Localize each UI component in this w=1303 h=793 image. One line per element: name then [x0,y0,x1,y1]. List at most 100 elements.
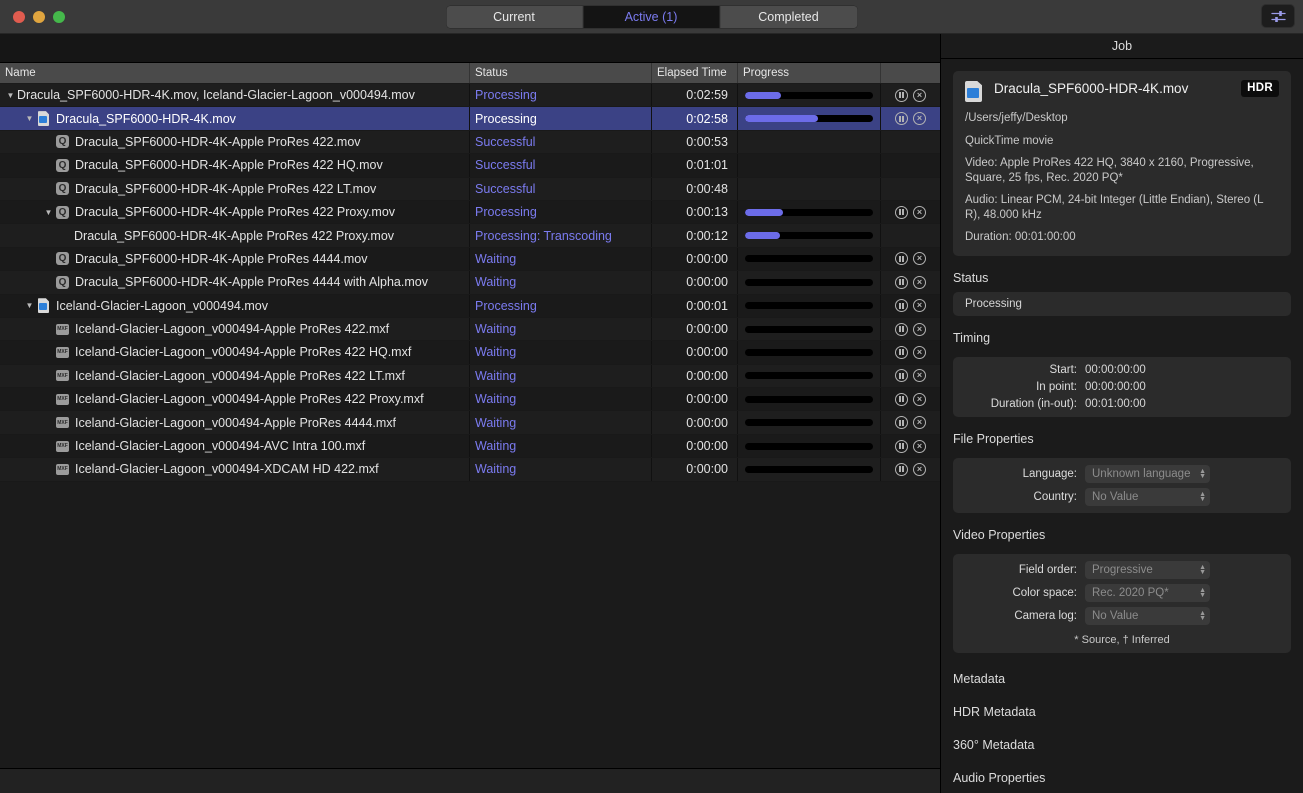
twisty-placeholder: ▼ [42,161,55,170]
cell-controls: × [881,435,940,457]
cancel-job-icon[interactable]: × [913,299,926,312]
section-title-metadata[interactable]: Metadata [953,672,1291,686]
twisty-placeholder: ▼ [42,442,55,451]
cancel-job-icon[interactable]: × [913,276,926,289]
section-title-file-properties: File Properties [953,432,1291,446]
cell-status: Waiting [470,458,652,480]
progress-bar [745,326,873,333]
cancel-job-icon[interactable]: × [913,463,926,476]
cancel-job-icon[interactable]: × [913,89,926,102]
color-space-select[interactable]: Rec. 2020 PQ* ▲▼ [1085,584,1210,602]
zoom-window-button[interactable] [53,11,65,23]
table-row[interactable]: ▼Iceland-Glacier-Lagoon_v000494-Apple Pr… [0,365,940,388]
cell-controls: × [881,411,940,433]
table-row[interactable]: ▼Iceland-Glacier-Lagoon_v000494-Apple Pr… [0,318,940,341]
country-select[interactable]: No Value ▲▼ [1085,488,1210,506]
quicktime-file-icon [55,251,70,266]
column-header-name[interactable]: Name [0,63,470,83]
tab-active[interactable]: Active (1) [583,6,720,28]
cell-status: Successful [470,178,652,200]
view-mode-segmented-control[interactable]: Current Active (1) Completed [446,6,857,28]
cell-elapsed-time: 0:00:00 [652,341,738,363]
pause-job-icon[interactable] [895,440,908,453]
cancel-job-icon[interactable]: × [913,369,926,382]
pause-job-icon[interactable] [895,323,908,336]
pause-job-icon[interactable] [895,276,908,289]
table-row[interactable]: ▼Iceland-Glacier-Lagoon_v000494-Apple Pr… [0,388,940,411]
cell-elapsed-time: 0:00:13 [652,201,738,223]
job-summary-card: Dracula_SPF6000-HDR-4K.mov HDR /Users/je… [953,71,1291,256]
pause-job-icon[interactable] [895,463,908,476]
camera-log-select[interactable]: No Value ▲▼ [1085,607,1210,625]
table-row[interactable]: ▼Dracula_SPF6000-HDR-4K-Apple ProRes 422… [0,131,940,154]
progress-bar [745,255,873,262]
disclosure-triangle-icon[interactable]: ▼ [4,91,17,100]
table-row[interactable]: ▼Iceland-Glacier-Lagoon_v000494-XDCAM HD… [0,458,940,481]
section-title-360-metadata[interactable]: 360° Metadata [953,738,1291,752]
column-header-elapsed[interactable]: Elapsed Time [652,63,738,83]
cancel-job-icon[interactable]: × [913,252,926,265]
cell-progress [738,201,881,223]
close-window-button[interactable] [13,11,25,23]
cell-controls: × [881,84,940,106]
inspector-toggle-button[interactable] [1261,4,1295,28]
tab-completed[interactable]: Completed [720,6,857,28]
cancel-job-icon[interactable]: × [913,206,926,219]
column-header-status[interactable]: Status [470,63,652,83]
minimize-window-button[interactable] [33,11,45,23]
table-row[interactable]: ▼Iceland-Glacier-Lagoon_v000494-Apple Pr… [0,411,940,434]
table-row[interactable]: ▼Dracula_SPF6000-HDR-4K.movProcessing0:0… [0,107,940,130]
table-row[interactable]: ▼Dracula_SPF6000-HDR-4K-Apple ProRes 444… [0,271,940,294]
disclosure-triangle-icon[interactable]: ▼ [23,301,36,310]
cancel-job-icon[interactable]: × [913,323,926,336]
section-title-hdr-metadata[interactable]: HDR Metadata [953,705,1291,719]
pause-job-icon[interactable] [895,112,908,125]
cell-name: ▼Dracula_SPF6000-HDR-4K-Apple ProRes 444… [0,248,470,270]
column-header-progress[interactable]: Progress [738,63,881,83]
cell-elapsed-time: 0:00:00 [652,411,738,433]
cell-status: Processing [470,295,652,317]
row-name-label: Dracula_SPF6000-HDR-4K-Apple ProRes 422 … [75,182,376,196]
cell-name: ▼Iceland-Glacier-Lagoon_v000494.mov [0,295,470,317]
pause-job-icon[interactable] [895,89,908,102]
pause-job-icon[interactable] [895,206,908,219]
language-select[interactable]: Unknown language ▲▼ [1085,465,1210,483]
disclosure-triangle-icon[interactable]: ▼ [42,208,55,217]
table-row[interactable]: ▼Dracula_SPF6000-HDR-4K-Apple ProRes 422… [0,201,940,224]
pause-job-icon[interactable] [895,416,908,429]
twisty-placeholder: ▼ [42,184,55,193]
cancel-job-icon[interactable]: × [913,440,926,453]
pause-job-icon[interactable] [895,252,908,265]
tab-current[interactable]: Current [446,6,583,28]
table-header: Name Status Elapsed Time Progress [0,63,940,84]
table-row[interactable]: ▼Dracula_SPF6000-HDR-4K.mov, Iceland-Gla… [0,84,940,107]
pause-job-icon[interactable] [895,299,908,312]
twisty-placeholder: ▼ [42,278,55,287]
cancel-job-icon[interactable]: × [913,112,926,125]
table-row[interactable]: ▼ Dracula_SPF6000-HDR-4K-Apple ProRes 422… [0,178,940,201]
table-row[interactable]: ▼Iceland-Glacier-Lagoon_v000494.movProce… [0,295,940,318]
table-row[interactable]: ▼Dracula_SPF6000-HDR-4K-Apple ProRes 422… [0,224,940,247]
pause-job-icon[interactable] [895,369,908,382]
pause-job-icon[interactable] [895,393,908,406]
pause-job-icon[interactable] [895,346,908,359]
cancel-job-icon[interactable]: × [913,346,926,359]
quicktime-file-icon [55,205,70,220]
cancel-job-icon[interactable]: × [913,416,926,429]
disclosure-triangle-icon[interactable]: ▼ [23,114,36,123]
cell-elapsed-time: 0:01:01 [652,154,738,176]
cancel-job-icon[interactable]: × [913,393,926,406]
video-properties-card: Field order: Progressive ▲▼ Color space:… [953,554,1291,653]
list-bottom-bar [0,768,940,793]
progress-bar [745,372,873,379]
color-space-label: Color space: [965,587,1085,599]
cell-status: Waiting [470,248,652,270]
quicktime-file-icon [55,134,70,149]
mxf-file-icon [55,439,70,454]
table-row[interactable]: ▼Iceland-Glacier-Lagoon_v000494-AVC Intr… [0,435,940,458]
table-row[interactable]: ▼Dracula_SPF6000-HDR-4K-Apple ProRes 422… [0,154,940,177]
table-row[interactable]: ▼Dracula_SPF6000-HDR-4K-Apple ProRes 444… [0,248,940,271]
table-row[interactable]: ▼Iceland-Glacier-Lagoon_v000494-Apple Pr… [0,341,940,364]
file-property-row: Country: No Value ▲▼ [965,488,1279,506]
field-order-select[interactable]: Progressive ▲▼ [1085,561,1210,579]
